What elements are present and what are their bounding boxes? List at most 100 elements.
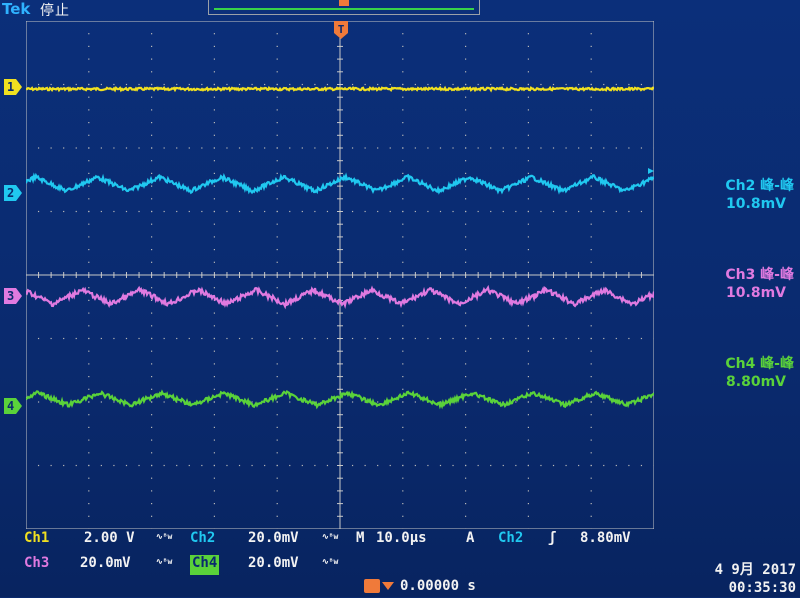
graticule-dot: [402, 401, 404, 403]
graticule-dot: [465, 33, 467, 35]
graticule-dot: [565, 210, 567, 213]
ch1-label[interactable]: Ch1: [24, 530, 49, 550]
graticule-dot: [540, 337, 542, 340]
graticule-dot: [213, 109, 215, 111]
graticule-dot: [402, 528, 404, 529]
graticule-dot: [414, 83, 416, 86]
graticule-dot: [213, 96, 215, 98]
graticule-dot: [226, 401, 228, 403]
graticule-dot: [276, 312, 278, 314]
graticule-dot: [540, 401, 542, 403]
graticule-dot: [151, 249, 153, 251]
graticule-dot: [289, 147, 291, 149]
graticule-dot: [50, 210, 52, 213]
graticule-dot: [465, 249, 467, 251]
graticule-dot: [465, 464, 467, 467]
graticule-dot: [213, 261, 215, 263]
timebase-value[interactable]: 10.0µs: [376, 530, 427, 550]
graticule-dot: [151, 528, 153, 529]
graticule-dot: [213, 363, 215, 365]
graticule-dot: [88, 414, 90, 416]
graticule-dot: [351, 464, 354, 467]
brand-logo: Tek: [2, 0, 31, 18]
graticule-dot: [88, 172, 90, 174]
graticule-dot: [176, 210, 178, 213]
graticule-dot: [276, 452, 278, 454]
graticule-dot: [402, 337, 404, 340]
graticule-dot: [477, 401, 479, 403]
graticule-dot: [402, 160, 404, 162]
ch3-scale[interactable]: 20.0mV: [80, 555, 131, 575]
ch2-scale[interactable]: 20.0mV: [248, 530, 299, 550]
graticule-dot: [276, 337, 278, 340]
graticule-dot: [427, 83, 429, 86]
trigger-level-arrow[interactable]: [648, 168, 654, 174]
graticule-dot: [213, 58, 215, 60]
ch4-scale[interactable]: 20.0mV: [248, 555, 299, 575]
ch4-label[interactable]: Ch4: [190, 555, 220, 575]
ch3-ground-marker[interactable]: 3: [4, 288, 22, 304]
graticule-dot: [402, 388, 404, 390]
graticule-dot: [213, 249, 215, 251]
graticule-dot: [88, 160, 90, 162]
graticule-dot: [590, 337, 592, 340]
graticule-dot: [251, 147, 253, 149]
graticule-dot: [628, 337, 630, 340]
graticule-dot: [590, 58, 592, 60]
graticule-dot: [151, 134, 153, 136]
graticule-dot: [88, 83, 90, 86]
graticule-dot: [628, 83, 630, 86]
graticule-dot: [75, 83, 77, 86]
graticule-dot: [389, 83, 391, 86]
graticule-dot: [88, 223, 90, 225]
graticule-dot: [465, 363, 467, 365]
trigger-position-marker[interactable]: T: [334, 21, 348, 39]
graticule-dot: [465, 515, 467, 517]
acquisition-state: 停止: [40, 3, 70, 19]
graticule-dot: [578, 464, 580, 467]
graticule-dot: [590, 83, 592, 86]
graticule-dot: [75, 337, 77, 340]
graticule-dot: [176, 464, 178, 467]
ch2-label[interactable]: Ch2: [190, 530, 215, 550]
graticule-dot: [226, 210, 228, 213]
graticule-dot: [515, 210, 517, 213]
graticule-dot: [326, 83, 329, 86]
graticule-dot: [213, 452, 215, 454]
graticule-dot: [578, 83, 580, 86]
ch3-label[interactable]: Ch3: [24, 555, 49, 575]
graticule-dot: [213, 71, 215, 73]
graticule-dot: [113, 337, 115, 340]
graticule-dot: [50, 83, 52, 86]
graticule-dot: [276, 490, 278, 492]
graticule-dot: [590, 210, 592, 213]
graticule-dot: [590, 299, 592, 301]
graticule-dot: [578, 210, 580, 213]
graticule-dot: [402, 312, 404, 314]
graticule-dot: [276, 401, 278, 403]
graticule-dot: [264, 210, 266, 213]
trigger-source[interactable]: Ch2: [498, 530, 523, 550]
graticule-dot: [151, 172, 153, 174]
graticule-dot: [276, 426, 278, 428]
graticule-dot: [389, 337, 391, 340]
measurement-ch3-pk2pk: Ch3 峰-峰 10.8mV: [654, 266, 794, 302]
trigger-level[interactable]: 8.80mV: [580, 530, 631, 550]
trigger-position-readout[interactable]: 0.00000 s: [364, 578, 564, 598]
graticule-dot: [402, 33, 404, 35]
graticule-dot: [465, 414, 467, 416]
ch2-ground-marker[interactable]: 2: [4, 185, 22, 201]
graticule-dot: [653, 464, 654, 467]
ch1-scale[interactable]: 2.00 V: [84, 530, 135, 550]
graticule-dot: [314, 210, 316, 213]
graticule-dot: [527, 223, 529, 225]
trigger-slope-icon[interactable]: ʃ: [548, 530, 556, 550]
graticule-dot: [88, 45, 90, 47]
trigger-position-value: 0.00000 s: [400, 578, 476, 594]
graticule-dot: [465, 71, 467, 73]
graticule-dot: [63, 147, 65, 149]
graticule-dot: [276, 503, 278, 505]
ch1-ground-marker[interactable]: 1: [4, 79, 22, 95]
graticule-dot: [565, 147, 567, 149]
ch4-ground-marker[interactable]: 4: [4, 398, 22, 414]
